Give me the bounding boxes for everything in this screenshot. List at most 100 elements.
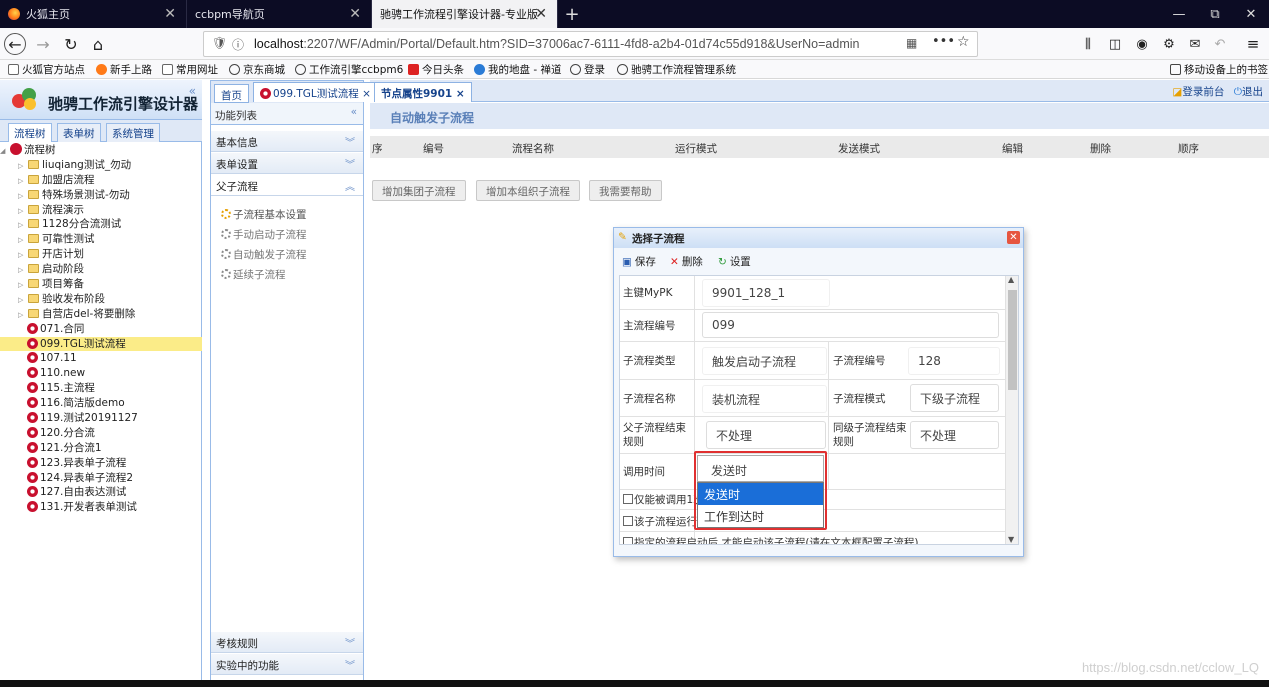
tab-node-properties[interactable]: 节点属性9901 ×	[374, 82, 472, 102]
sub-name-field[interactable]: 装机流程	[702, 385, 827, 413]
login-front-link[interactable]: 登录前台	[1182, 86, 1224, 98]
bookmark-item[interactable]: 常用网址	[162, 62, 218, 77]
form-scrollbar[interactable]: ▲ ▼	[1005, 276, 1018, 544]
bookmark-item[interactable]: 我的地盘 - 禅道	[474, 62, 561, 77]
expand-icon[interactable]: ▷	[18, 204, 28, 219]
url-bar[interactable]: 🛡 ⓘ localhost:2207/WF/Admin/Portal/Defau…	[203, 31, 978, 57]
tree-flow-item[interactable]: 123.异表单子流程	[0, 456, 202, 471]
tree-folder[interactable]: ▷ 项目筹备	[0, 277, 202, 292]
tab-flow-099[interactable]: 099.TGL测试流程 ×	[253, 82, 378, 102]
library-icon[interactable]: ⫼	[1077, 33, 1099, 55]
close-icon[interactable]: ✕	[1007, 231, 1020, 244]
reload-icon[interactable]: ↻	[60, 33, 82, 55]
accordion-parent-child[interactable]: 父子流程 ︽	[211, 175, 363, 196]
mobile-bookmarks[interactable]: 移动设备上的书签	[1170, 62, 1268, 77]
tree-flow-item[interactable]: 110.new	[0, 366, 202, 381]
expand-icon[interactable]: ◢	[0, 144, 10, 159]
sub-mode-select[interactable]: 下级子流程	[910, 384, 999, 412]
mypk-field[interactable]: 9901_128_1	[702, 279, 830, 307]
tree-flow-item[interactable]: 107.11	[0, 351, 202, 366]
bookmark-item[interactable]: 今日头条	[408, 62, 464, 77]
tree-folder[interactable]: ▷ 可靠性测试	[0, 232, 202, 247]
scroll-thumb[interactable]	[1008, 290, 1017, 390]
info-icon[interactable]: ⓘ	[232, 36, 244, 53]
tree-folder[interactable]: ▷ 特殊场景测试-勿动	[0, 188, 202, 203]
tree-flow-item[interactable]: 115.主流程	[0, 381, 202, 396]
close-tab-icon[interactable]: ✕	[164, 6, 176, 22]
accordion-basic-info[interactable]: 基本信息 ︾	[211, 131, 363, 152]
accordion-experimental[interactable]: 实验中的功能 ︾	[211, 654, 363, 675]
browser-tab-home[interactable]: 火狐主页 ✕	[0, 0, 187, 28]
logout-link[interactable]: 退出	[1242, 86, 1263, 98]
option-on-arrival[interactable]: 工作到达时	[698, 505, 823, 527]
bookmark-item[interactable]: 工作流引擎ccbpm6	[295, 62, 403, 77]
expand-icon[interactable]: ▷	[18, 233, 28, 248]
delete-button[interactable]: ✕ 删除	[670, 254, 703, 269]
forward-icon[interactable]: →	[32, 33, 54, 55]
option-on-send[interactable]: 发送时	[698, 483, 823, 505]
tab-flow-tree[interactable]: 流程树	[8, 123, 52, 142]
expand-icon[interactable]: ▷	[18, 293, 28, 308]
tree-flow-item[interactable]: 131.开发者表单测试	[0, 500, 202, 515]
sub-type-field[interactable]: 触发启动子流程	[702, 347, 827, 375]
sub-item-auto[interactable]: 自动触发子流程	[221, 247, 307, 262]
only-once-checkbox[interactable]: 仅能被调用1次	[623, 493, 704, 507]
qr-code-icon[interactable]: ▦	[906, 36, 917, 50]
main-flow-no-field[interactable]: 099	[702, 312, 999, 338]
expand-icon[interactable]: ▷	[18, 159, 28, 174]
close-tab-icon[interactable]: ✕	[535, 6, 547, 22]
restore-button[interactable]: ⧉	[1197, 0, 1233, 28]
save-button[interactable]: ▣ 保存	[622, 254, 656, 269]
tree-folder[interactable]: ▷ 流程演示	[0, 203, 202, 218]
sibling-end-rule-select[interactable]: 不处理	[910, 421, 999, 449]
parent-end-rule-select[interactable]: 不处理	[706, 421, 826, 449]
tab-home[interactable]: 首页	[214, 84, 249, 103]
sub-no-field[interactable]: 128	[908, 347, 1000, 375]
bookmark-item[interactable]: 新手上路	[96, 62, 152, 77]
home-icon[interactable]: ⌂	[87, 33, 109, 55]
accordion-form-settings[interactable]: 表单设置 ︾	[211, 153, 363, 174]
sidebar-icon[interactable]: ◫	[1104, 33, 1126, 55]
tab-system[interactable]: 系统管理	[106, 123, 160, 142]
tree-flow-item[interactable]: 121.分合流1	[0, 441, 202, 456]
sub-item-manual[interactable]: 手动启动子流程	[221, 227, 307, 242]
expand-icon[interactable]: ▷	[18, 218, 28, 233]
expand-icon[interactable]: ▷	[18, 174, 28, 189]
tree-folder[interactable]: ▷ 自营店del-将要删除	[0, 307, 202, 322]
account-icon[interactable]: ◉	[1131, 33, 1153, 55]
collapse-icon[interactable]: «	[351, 106, 357, 118]
tree-flow-item[interactable]: 116.简洁版demo	[0, 396, 202, 411]
expand-icon[interactable]: ▷	[18, 248, 28, 263]
tree-flow-item[interactable]: 124.异表单子流程2	[0, 471, 202, 486]
sub-item-continue[interactable]: 延续子流程	[221, 267, 286, 282]
add-group-subflow-button[interactable]: 增加集团子流程	[372, 180, 466, 201]
tree-flow-item[interactable]: 071.合同	[0, 322, 202, 337]
back-icon[interactable]: ←	[4, 33, 26, 55]
close-tab-icon[interactable]: ✕	[349, 6, 361, 22]
close-window-button[interactable]: ✕	[1233, 0, 1269, 28]
help-button[interactable]: 我需要帮助	[589, 180, 662, 201]
tree-flow-item[interactable]: 119.测试20191127	[0, 411, 202, 426]
tree-folder[interactable]: ▷ 1128分合流测试	[0, 217, 202, 232]
more-icon[interactable]: •••	[932, 34, 955, 49]
expand-icon[interactable]: ▷	[18, 189, 28, 204]
browser-tab-ccbpm[interactable]: ccbpm导航页 ✕	[187, 0, 372, 28]
expand-icon[interactable]: ▷	[18, 278, 28, 293]
extension-icon[interactable]: ⚙	[1158, 33, 1180, 55]
undo-icon[interactable]: ↶	[1209, 33, 1231, 55]
collapse-icon[interactable]: «	[189, 84, 196, 98]
tree-flow-item[interactable]: 120.分合流	[0, 426, 202, 441]
tab-form-tree[interactable]: 表单树	[57, 123, 101, 142]
minimize-button[interactable]: —	[1161, 0, 1197, 28]
bookmark-item[interactable]: 京东商城	[229, 62, 285, 77]
bookmark-item[interactable]: 驰骋工作流程管理系统	[617, 62, 736, 77]
tree-root[interactable]: ◢ 流程树	[0, 143, 202, 158]
settings-button[interactable]: ↻ 设置	[718, 254, 751, 269]
tree-flow-item[interactable]: 127.自由表达测试	[0, 485, 202, 500]
new-tab-button[interactable]: +	[558, 0, 586, 28]
star-icon[interactable]: ☆	[957, 34, 970, 50]
tree-folder[interactable]: ▷ 开店计划	[0, 247, 202, 262]
tree-folder[interactable]: ▷ 加盟店流程	[0, 173, 202, 188]
browser-tab-designer[interactable]: 驰骋工作流程引擎设计器-专业版 ✕	[372, 0, 558, 28]
tree-folder[interactable]: ▷ 验收发布阶段	[0, 292, 202, 307]
